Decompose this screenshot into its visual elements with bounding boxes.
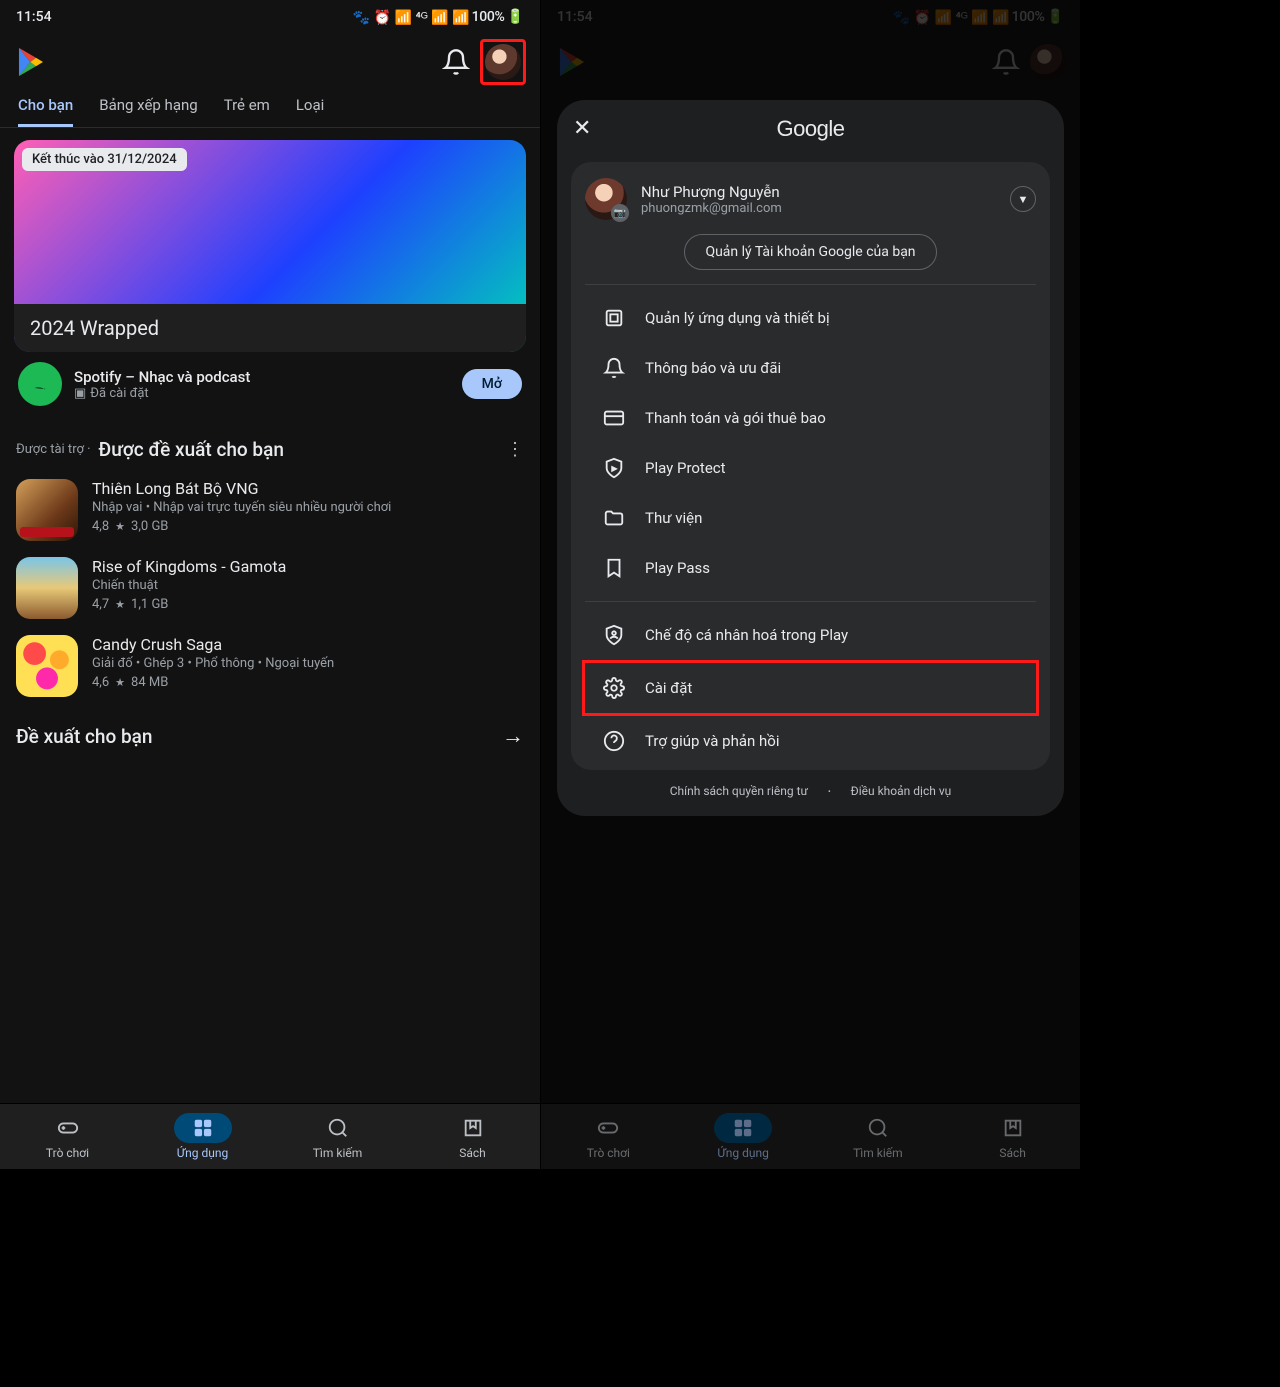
gear-icon: [603, 677, 625, 699]
section-suggested-header[interactable]: Đề xuất cho bạn →: [14, 705, 526, 759]
nav-apps[interactable]: Ứng dụng: [676, 1104, 811, 1169]
app-row[interactable]: Candy Crush Saga Giải đố • Ghép 3 • Phổ …: [14, 627, 526, 705]
search-icon: [327, 1117, 349, 1139]
gamepad-icon: [597, 1117, 619, 1139]
featured-app-status: ▣ Đã cài đặt: [74, 386, 450, 401]
manage-account-button[interactable]: Quản lý Tài khoản Google của bạn: [684, 234, 936, 270]
account-avatar: 📷: [585, 178, 627, 220]
more-icon[interactable]: ⋮: [506, 439, 524, 460]
notifications-icon[interactable]: [442, 48, 470, 76]
app-icon: [16, 557, 78, 619]
promo-badge: Kết thúc vào 31/12/2024: [22, 148, 187, 171]
section-title: Đề xuất cho bạn: [16, 725, 502, 748]
tab-kids[interactable]: Trẻ em: [224, 96, 270, 127]
app-name: Rise of Kingdoms - Gamota: [92, 557, 524, 576]
bottom-nav: Trò chơi Ứng dụng Tìm kiếm Sách: [0, 1103, 540, 1169]
arrow-right-icon: →: [502, 723, 524, 749]
menu-library[interactable]: Thư viện: [585, 493, 1036, 543]
folder-icon: [603, 507, 625, 529]
spotify-icon: [18, 362, 62, 406]
app-rating: 4,7★1,1 GB: [92, 597, 524, 612]
app-name: Candy Crush Saga: [92, 635, 524, 654]
close-icon[interactable]: ✕: [573, 116, 591, 141]
status-time: 11:54: [16, 9, 52, 25]
account-email: phuongzmk@gmail.com: [641, 201, 996, 216]
app-name: Thiên Long Bát Bộ VNG: [92, 479, 524, 498]
menu-play-protect[interactable]: Play Protect: [585, 443, 1036, 493]
account-sheet-overlay[interactable]: ✕ Google 📷 Như Phượng Nguyễn phuongzmk@g…: [541, 0, 1080, 1169]
promo-card[interactable]: Kết thúc vào 31/12/2024 2024 Wrapped: [14, 140, 526, 352]
main-content[interactable]: Kết thúc vào 31/12/2024 2024 Wrapped Spo…: [0, 128, 540, 1103]
menu-manage-apps[interactable]: Quản lý ứng dụng và thiết bị: [585, 293, 1036, 343]
bookmark-icon: [1002, 1117, 1024, 1139]
featured-app-title: Spotify – Nhạc và podcast: [74, 368, 450, 386]
promo-title: 2024 Wrapped: [14, 304, 526, 352]
terms-link[interactable]: Điều khoản dịch vụ: [851, 784, 952, 798]
nav-search[interactable]: Tìm kiếm: [811, 1104, 946, 1169]
apps-grid-icon: [732, 1117, 754, 1139]
nav-games[interactable]: Trò chơi: [541, 1104, 676, 1169]
divider: [585, 284, 1036, 285]
status-bar: 11:54 🐾 ⏰ 📶 ⁴ᴳ 📶 📶 100%🔋: [0, 0, 540, 34]
nav-apps[interactable]: Ứng dụng: [135, 1104, 270, 1169]
camera-badge-icon: 📷: [611, 204, 629, 222]
tab-rankings[interactable]: Bảng xếp hạng: [99, 96, 197, 127]
top-tabs: Cho bạn Bảng xếp hạng Trẻ em Loại: [0, 90, 540, 128]
grid-icon: [603, 307, 625, 329]
shield-icon: [603, 457, 625, 479]
nav-books[interactable]: Sách: [945, 1104, 1080, 1169]
apps-grid-icon: [192, 1117, 214, 1139]
bookmark-icon: [462, 1117, 484, 1139]
ticket-icon: [603, 557, 625, 579]
menu-settings[interactable]: Cài đặt: [582, 660, 1039, 716]
privacy-link[interactable]: Chính sách quyền riêng tư: [670, 784, 808, 798]
menu-notifications[interactable]: Thông báo và ưu đãi: [585, 343, 1036, 393]
nav-games[interactable]: Trò chơi: [0, 1104, 135, 1169]
status-icons: 🐾 ⏰ 📶 ⁴ᴳ 📶 📶 100%🔋: [353, 9, 524, 26]
chevron-down-icon[interactable]: ▼: [1010, 186, 1036, 212]
bell-icon: [603, 357, 625, 379]
play-store-logo-icon: [14, 45, 48, 79]
nav-search[interactable]: Tìm kiếm: [270, 1104, 405, 1169]
menu-play-pass[interactable]: Play Pass: [585, 543, 1036, 593]
profile-avatar[interactable]: [485, 44, 521, 80]
app-icon: [16, 635, 78, 697]
highlight-avatar: [480, 39, 526, 85]
nav-books[interactable]: Sách: [405, 1104, 540, 1169]
menu-personalization[interactable]: Chế độ cá nhân hoá trong Play: [585, 610, 1036, 660]
help-icon: [603, 730, 625, 752]
account-card: 📷 Như Phượng Nguyễn phuongzmk@gmail.com …: [571, 162, 1050, 770]
installed-badge-icon: ▣: [74, 386, 86, 401]
app-bar: [0, 34, 540, 90]
account-sheet: ✕ Google 📷 Như Phượng Nguyễn phuongzmk@g…: [557, 100, 1064, 816]
section-sponsored-header: Được tài trợ · Được đề xuất cho bạn ⋮: [14, 416, 526, 471]
tab-categories[interactable]: Loại: [296, 96, 324, 127]
app-tags: Chiến thuật: [92, 578, 524, 593]
search-icon: [867, 1117, 889, 1139]
gamepad-icon: [57, 1117, 79, 1139]
app-tags: Giải đố • Ghép 3 • Phổ thông • Ngoại tuy…: [92, 656, 524, 671]
sheet-footer: Chính sách quyền riêng tư • Điều khoản d…: [557, 770, 1064, 802]
app-rating: 4,6★84 MB: [92, 675, 524, 690]
app-row[interactable]: Thiên Long Bát Bộ VNG Nhập vai • Nhập va…: [14, 471, 526, 549]
open-button[interactable]: Mở: [462, 369, 522, 399]
person-shield-icon: [603, 624, 625, 646]
bottom-nav: Trò chơi Ứng dụng Tìm kiếm Sách: [541, 1103, 1080, 1169]
card-icon: [603, 407, 625, 429]
app-row[interactable]: Rise of Kingdoms - Gamota Chiến thuật 4,…: [14, 549, 526, 627]
account-row[interactable]: 📷 Như Phượng Nguyễn phuongzmk@gmail.com …: [585, 178, 1036, 220]
featured-app-row[interactable]: Spotify – Nhạc và podcast ▣ Đã cài đặt M…: [14, 352, 526, 416]
account-name: Như Phượng Nguyễn: [641, 183, 996, 201]
menu-help[interactable]: Trợ giúp và phản hồi: [585, 716, 1036, 766]
divider: [585, 601, 1036, 602]
sponsored-label: Được tài trợ ·: [16, 442, 91, 457]
app-icon: [16, 479, 78, 541]
sheet-brand: Google: [777, 116, 845, 142]
app-rating: 4,8★3,0 GB: [92, 519, 524, 534]
tab-for-you[interactable]: Cho bạn: [18, 96, 73, 127]
section-title: Được đề xuất cho bạn: [99, 438, 506, 461]
menu-payments[interactable]: Thanh toán và gói thuê bao: [585, 393, 1036, 443]
app-tags: Nhập vai • Nhập vai trực tuyến siêu nhiề…: [92, 500, 524, 515]
